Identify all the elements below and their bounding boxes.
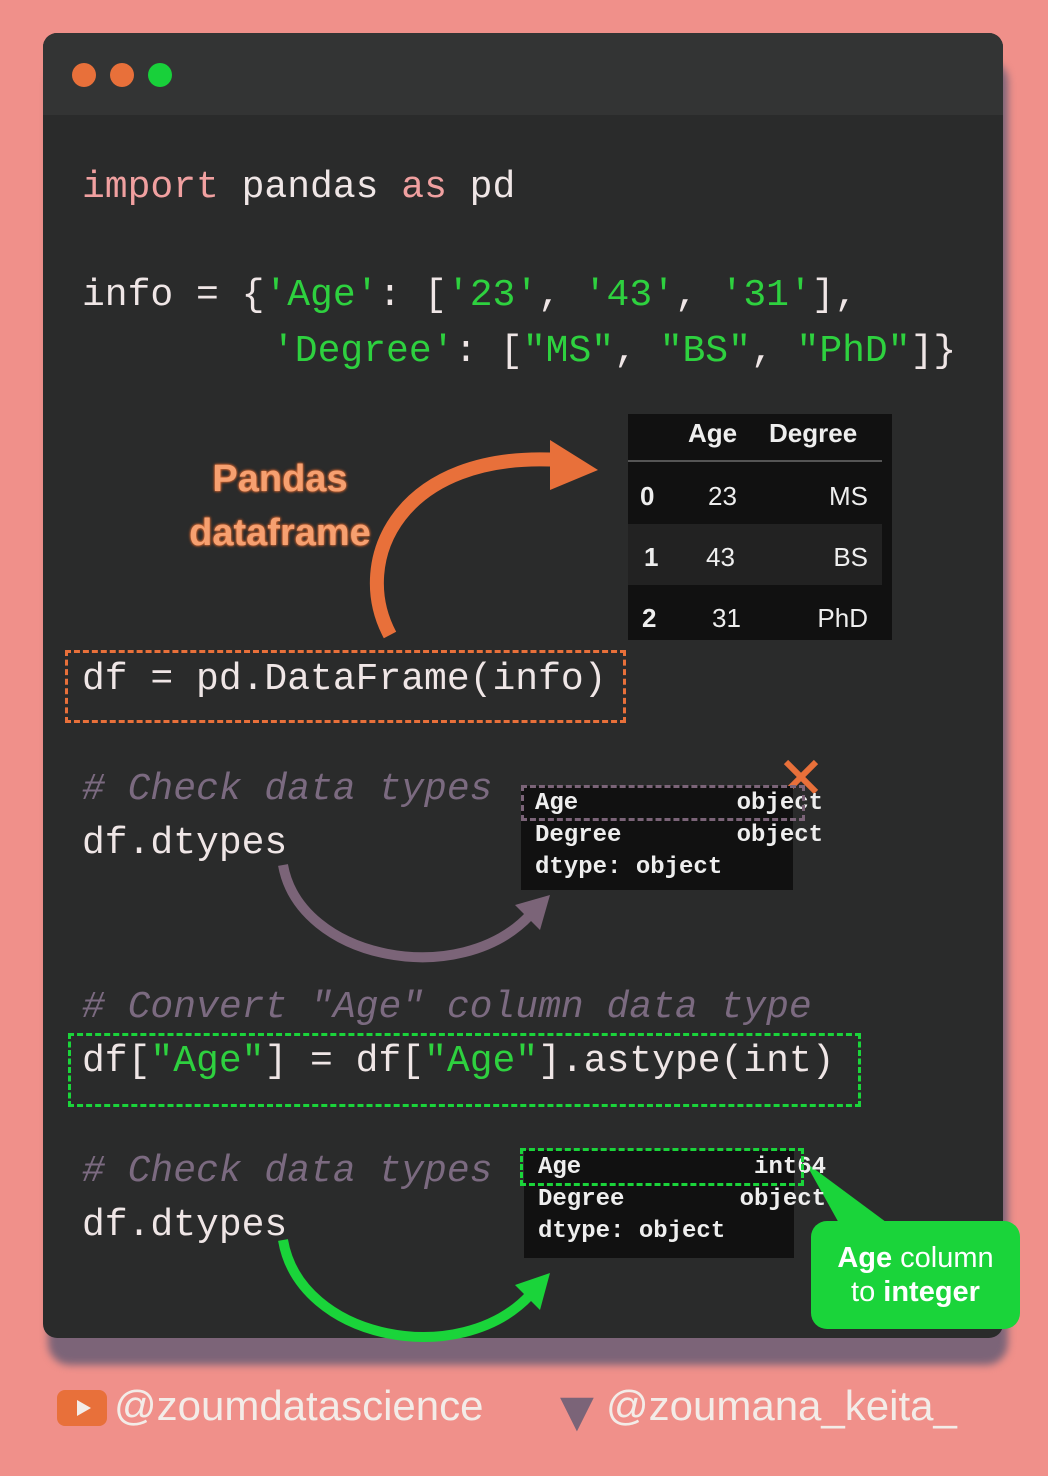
cell: BS (833, 542, 868, 572)
cell: MS (829, 481, 868, 511)
string: "Age" (424, 1040, 539, 1083)
cell: 43 (706, 542, 735, 572)
purple-arrow-icon (278, 864, 534, 963)
comment: # Convert "Age" column data type (82, 986, 812, 1029)
orange-arrowhead-icon (550, 440, 598, 490)
column-header: Age (688, 418, 738, 448)
callout-bubble: Age column to integer (811, 1221, 1020, 1329)
cell: 23 (708, 481, 737, 511)
youtube-icon (57, 1390, 107, 1426)
dtypes-line: df.dtypes (82, 1204, 288, 1247)
green-arrow-icon (278, 1239, 534, 1342)
twitter-bird-icon: ▼ (560, 1386, 594, 1437)
output-line: Degree object (538, 1186, 827, 1213)
dataframe-table: Age Degree 0 23 MS 1 43 BS 2 31 PhD (628, 414, 892, 640)
astype-line: df["Age"] = df["Age"].astype(int) (82, 1040, 835, 1084)
callout-text: column (892, 1242, 994, 1274)
callout-text: to (851, 1276, 884, 1308)
string: "Age" (150, 1040, 265, 1083)
row-index: 2 (642, 603, 657, 633)
callout-bold: integer (883, 1276, 980, 1308)
code: ].astype(int) (538, 1040, 835, 1083)
code: df[ (82, 1040, 151, 1083)
dataframe-line: df = pd.DataFrame(info) (82, 658, 607, 701)
callout-bold: Age (837, 1242, 893, 1274)
code: ] = df[ (264, 1040, 425, 1083)
age-int64-highlight (520, 1148, 804, 1186)
row-index: 0 (640, 481, 655, 511)
output-line: dtype: object (538, 1218, 726, 1245)
dtypes-line: df.dtypes (82, 822, 288, 865)
column-header: Degree (769, 418, 858, 448)
output-line: Degree object (535, 822, 824, 849)
youtube-handle[interactable]: @zoumdatascience (114, 1382, 484, 1430)
orange-arrow-icon (369, 452, 561, 639)
age-object-highlight (521, 785, 805, 821)
twitter-handle[interactable]: @zoumana_keita_ (606, 1382, 957, 1430)
comment: # Check data types (82, 1150, 493, 1193)
row-index: 1 (644, 542, 659, 572)
comment: # Check data types (82, 768, 493, 811)
cell: 31 (712, 603, 741, 633)
cell: PhD (817, 603, 868, 633)
output-line: dtype: object (535, 854, 723, 881)
